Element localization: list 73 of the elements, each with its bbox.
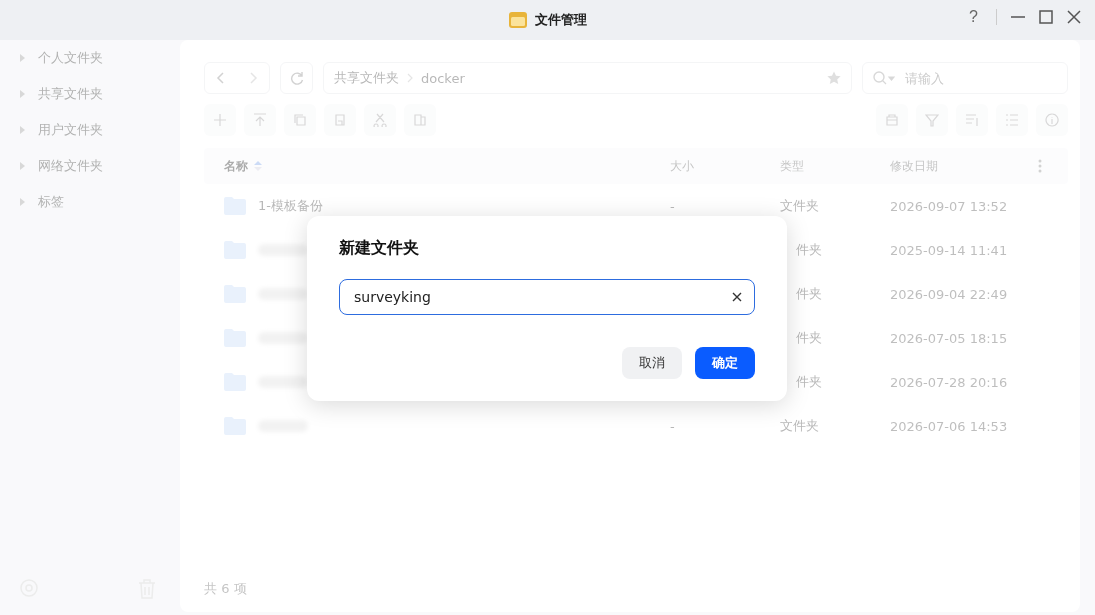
sidebar-item[interactable]: 网络文件夹 (38, 157, 103, 175)
folder-icon (508, 12, 527, 28)
upload-button[interactable] (244, 104, 276, 136)
navigation-buttons[interactable] (204, 62, 270, 94)
copy-icon (293, 113, 307, 127)
copy-button[interactable] (284, 104, 316, 136)
confirm-button[interactable]: 确定 (695, 347, 755, 379)
help-button[interactable]: ? (965, 8, 982, 26)
move-button[interactable] (404, 104, 436, 136)
filter-button[interactable] (916, 104, 948, 136)
path-bar[interactable]: 共享文件夹 docker (323, 62, 852, 94)
cancel-button[interactable]: 取消 (622, 347, 682, 379)
table-cell-text: 文件夹 (780, 417, 820, 435)
maximize-icon[interactable] (1039, 10, 1053, 24)
caret-right-icon[interactable] (20, 162, 26, 170)
table-cell-text: 2026-09-07 13:52 (890, 198, 1009, 214)
close-icon[interactable] (1067, 10, 1081, 24)
column-header[interactable]: 名称 (224, 157, 248, 175)
sidebar-item[interactable]: 标签 (38, 193, 64, 211)
blurred-name (258, 288, 308, 300)
archive-button[interactable] (876, 104, 908, 136)
table-cell-text: 件夹 (795, 241, 823, 259)
table-cell-text: 2026-07-06 14:53 (890, 418, 1009, 434)
plus-button[interactable] (204, 104, 236, 136)
filter-icon (925, 113, 939, 127)
blurred-name (258, 244, 308, 256)
upload-icon (253, 113, 267, 127)
close-icon (732, 292, 742, 302)
move-icon (413, 113, 427, 127)
back-icon[interactable] (216, 72, 226, 84)
table-cell-text: 件夹 (795, 285, 823, 303)
table-cell-text: 文件夹 (780, 197, 820, 215)
window-title: 文件管理 (534, 11, 587, 29)
table-cell-text: - (670, 418, 676, 434)
sort-icon[interactable] (254, 161, 262, 171)
item-count: 共 6 项 (204, 580, 248, 598)
sidebar-item[interactable]: 共享文件夹 (38, 85, 103, 103)
chevron-icon (407, 73, 413, 83)
table-cell-text: 2026-09-04 22:49 (890, 286, 1009, 302)
plus-icon (213, 113, 227, 127)
caret-right-icon[interactable] (20, 198, 26, 206)
more-icon[interactable] (1038, 159, 1042, 173)
paste-button[interactable] (324, 104, 356, 136)
folder-name-field[interactable]: surveyking (339, 279, 755, 315)
file-name[interactable]: 1-模板备份 (258, 197, 323, 215)
sort-button[interactable] (956, 104, 988, 136)
table-cell-text: 件夹 (795, 329, 823, 347)
refresh-icon (289, 71, 304, 85)
refresh-button[interactable] (280, 62, 313, 94)
table-cell-text: 2026-07-05 18:15 (890, 330, 1009, 346)
blurred-name (258, 332, 308, 344)
caret-right-icon[interactable] (20, 54, 26, 62)
sidebar-item[interactable]: 用户文件夹 (38, 121, 103, 139)
table-cell-text: 件夹 (795, 373, 823, 391)
scissors-icon (373, 113, 387, 127)
blurred-name (258, 376, 308, 388)
caret-right-icon[interactable] (20, 90, 26, 98)
table-cell-text: 2026-07-28 20:16 (890, 374, 1009, 390)
info-button[interactable] (1036, 104, 1068, 136)
search-icon[interactable] (873, 71, 895, 85)
table-cell-text: 2025-09-14 11:41 (890, 242, 1009, 258)
archive-icon (885, 113, 899, 127)
info-icon (1045, 113, 1059, 127)
scissors-button[interactable] (364, 104, 396, 136)
star-icon[interactable] (827, 71, 841, 85)
dialog-title: 新建文件夹 (339, 238, 420, 259)
path-segment[interactable]: docker (421, 70, 465, 86)
path-segment[interactable]: 共享文件夹 (334, 69, 399, 87)
paste-icon (333, 113, 347, 127)
table-cell-text: - (670, 198, 676, 214)
sidebar-item[interactable]: 个人文件夹 (38, 49, 103, 67)
forward-icon[interactable] (248, 72, 258, 84)
caret-right-icon[interactable] (20, 126, 26, 134)
